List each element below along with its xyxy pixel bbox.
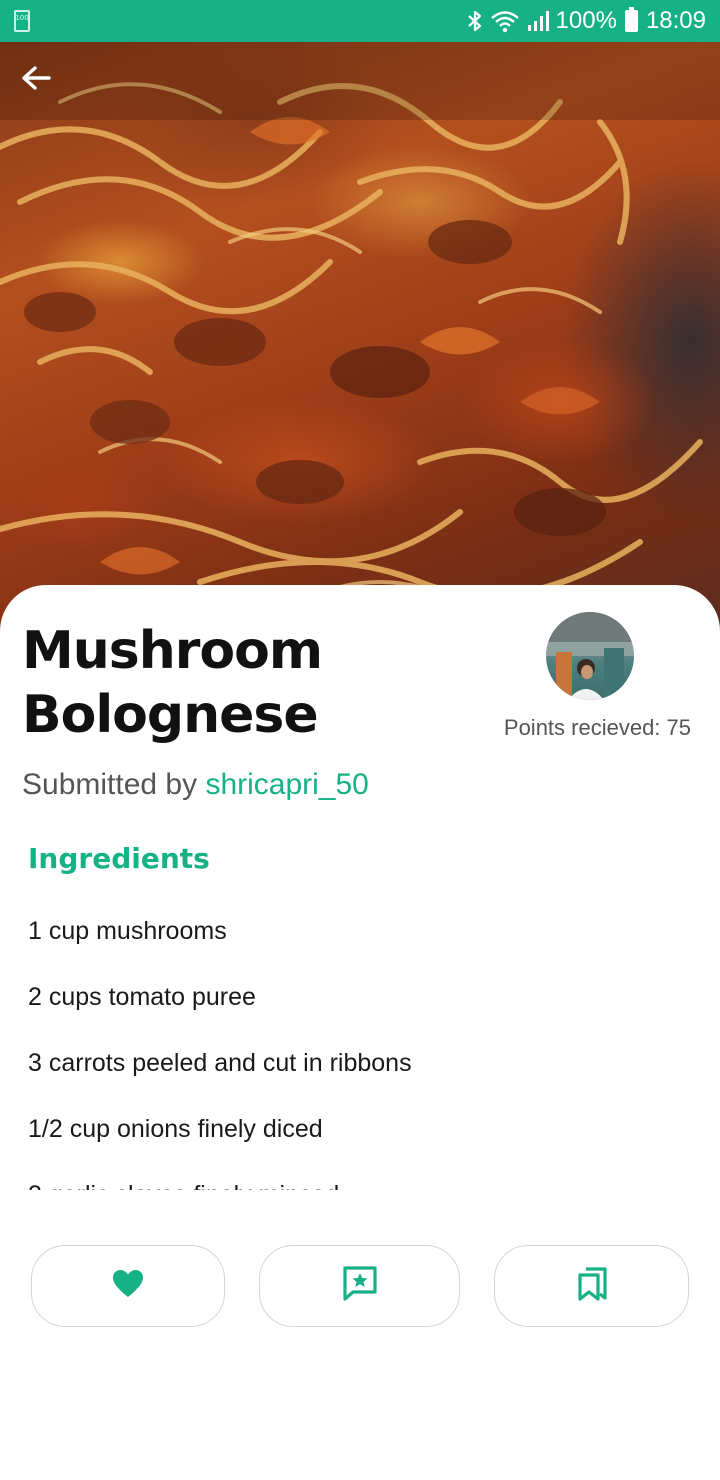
bookmarks-icon (577, 1266, 607, 1306)
like-button[interactable] (31, 1245, 225, 1327)
arrow-left-icon (21, 65, 51, 96)
back-button[interactable] (14, 58, 58, 102)
battery-percent: 100% (555, 7, 617, 34)
ingredients-list: 1 cup mushrooms 2 cups tomato puree 3 ca… (28, 912, 668, 1190)
submitted-by-label: Submitted by (22, 768, 206, 801)
points-received: Points recieved: 75 (503, 715, 691, 740)
pasta-illustration (0, 82, 703, 604)
signal-icon (526, 9, 550, 33)
clock: 18:09 (645, 7, 706, 34)
username-link[interactable]: shricapri_50 (205, 768, 368, 801)
battery-level-label: 100 (15, 14, 29, 22)
ingredient-item: 2 garlic cloves finely minced (28, 1176, 668, 1190)
ingredient-item: 1/2 cup onions finely diced (28, 1115, 323, 1143)
ingredient-item: 1 cup mushrooms (28, 917, 227, 945)
ingredient-item: 3 carrots peeled and cut in ribbons (28, 1049, 412, 1077)
wifi-icon (490, 9, 520, 33)
status-bar: 100 100% 18:09 (0, 0, 720, 42)
submitted-by: Submitted by shricapri_50 (22, 768, 369, 802)
bluetooth-icon (466, 9, 484, 33)
save-button[interactable] (494, 1245, 689, 1327)
review-button[interactable] (259, 1245, 460, 1327)
heart-icon (112, 1269, 144, 1304)
recipe-title: Mushroom Bolognese (22, 621, 323, 745)
ingredients-heading: Ingredients (28, 842, 210, 875)
user-photo (546, 612, 634, 700)
avatar[interactable] (546, 612, 634, 700)
battery-icon (624, 7, 638, 32)
recipe-card: Mushroom Bolognese Points recieved: 75 S… (0, 585, 720, 1480)
star-comment-icon (341, 1265, 379, 1308)
recipe-photo (0, 42, 720, 642)
ingredient-item: 2 cups tomato puree (28, 983, 256, 1011)
battery-icon: 100 (14, 10, 30, 32)
